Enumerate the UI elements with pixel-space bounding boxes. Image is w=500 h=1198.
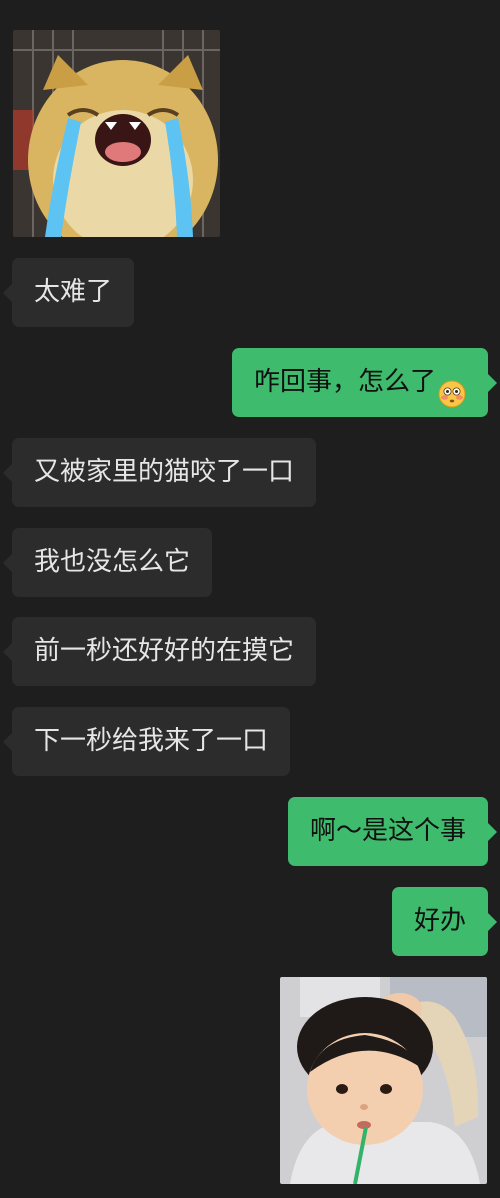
message-bubble-outgoing[interactable]: 咋回事，怎么了 [231,348,498,417]
message-bubble-outgoing[interactable]: 好办 [391,887,498,956]
message-text: 下一秒给我来了一口 [34,726,269,756]
message-text: 啊～是这个事 [309,816,466,846]
message-bubble-outgoing[interactable]: 啊～是这个事 [287,797,498,866]
message-bubble-incoming[interactable]: 又被家里的猫咬了一口 [2,438,317,507]
crying-cat-sticker[interactable] [13,30,220,237]
message-bubble-incoming[interactable]: 太难了 [2,258,135,327]
message-text: 又被家里的猫咬了一口 [34,457,295,487]
message-bubble-incoming[interactable]: 前一秒还好好的在摸它 [2,617,317,686]
message-bubble-incoming[interactable]: 我也没怎么它 [2,528,213,597]
flushed-face-emoji [438,366,466,407]
message-bubble-incoming[interactable]: 下一秒给我来了一口 [2,707,291,776]
message-text: 前一秒还好好的在摸它 [34,636,295,666]
message-text: 我也没怎么它 [34,547,191,577]
message-text: 咋回事，怎么了 [253,367,436,397]
message-text: 太难了 [34,277,113,307]
toddler-photo-sticker[interactable] [280,977,487,1184]
message-text: 好办 [413,906,466,936]
